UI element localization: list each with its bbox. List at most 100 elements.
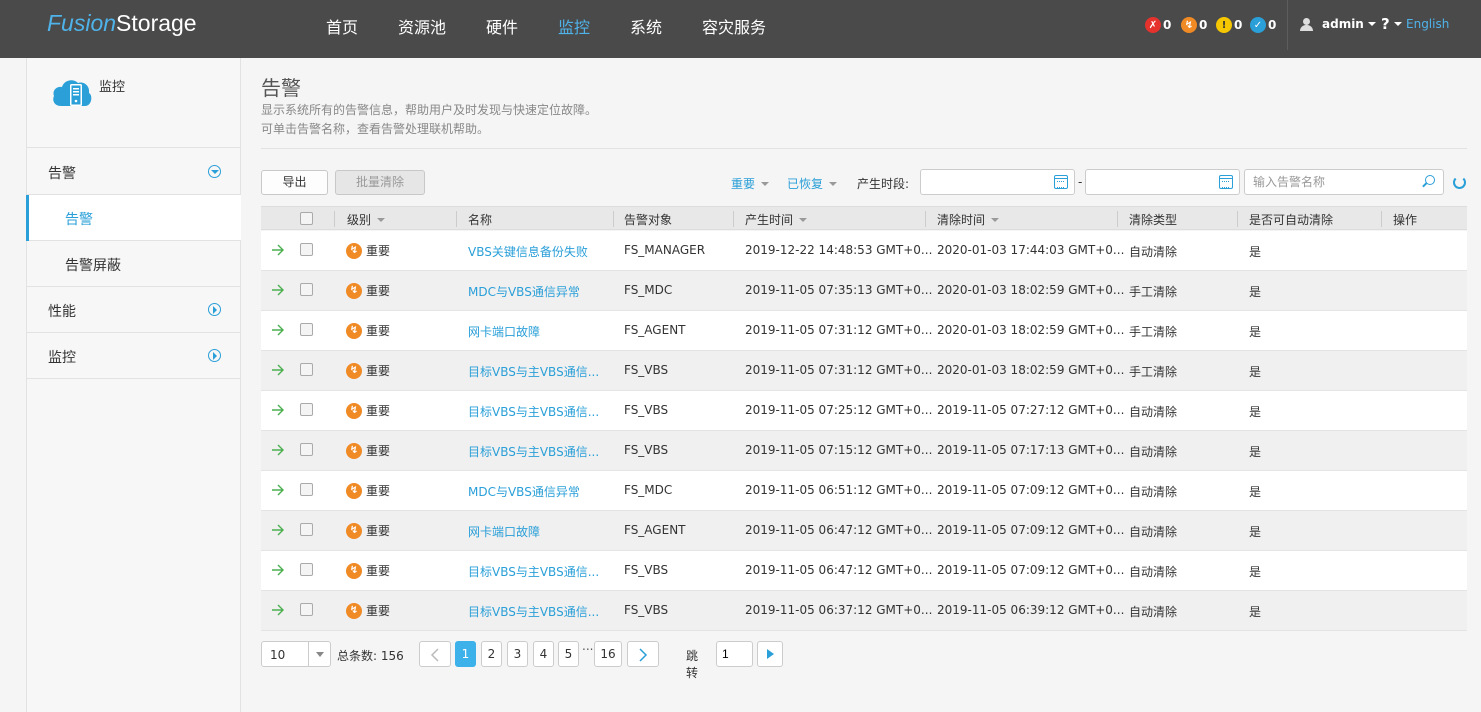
page-button-4[interactable]: 4 — [533, 641, 554, 667]
page-button-16[interactable]: 16 — [594, 641, 622, 667]
severity-label: 重要 — [366, 244, 391, 258]
minor-alarm-count[interactable]: ! 0 — [1216, 17, 1242, 33]
expand-right-icon[interactable] — [208, 349, 221, 362]
arrow-right-icon[interactable] — [271, 402, 285, 418]
row-checkbox[interactable] — [300, 243, 313, 256]
page-size-select[interactable]: 10 — [261, 641, 331, 667]
arrow-right-icon[interactable] — [271, 482, 285, 498]
brand-logo[interactable]: FusionStorage — [47, 10, 197, 37]
row-checkbox[interactable] — [300, 443, 313, 456]
row-checkbox[interactable] — [300, 483, 313, 496]
severity-cell: ↯ 重要 — [346, 442, 390, 459]
refresh-icon[interactable] — [1453, 176, 1466, 189]
sidebar-item-alarm-mask[interactable]: 告警屏蔽 — [27, 241, 241, 287]
column-header-severity[interactable]: 级别 — [347, 211, 386, 228]
nav-monitor[interactable]: 监控 — [558, 14, 590, 38]
user-menu[interactable]: admin — [1300, 17, 1376, 31]
page-button-5[interactable]: 5 — [558, 641, 579, 667]
calendar-icon[interactable] — [1054, 175, 1068, 189]
table-row[interactable]: ↯ 重要 目标VBS与主VBS通信... FS_VBS 2019-11-05 07:31… — [261, 351, 1467, 391]
critical-alarm-count[interactable]: ✗ 0 — [1145, 17, 1171, 33]
row-checkbox[interactable] — [300, 523, 313, 536]
cleared-time: 2019-11-05 07:09:12 GMT+0... — [937, 523, 1125, 537]
go-button[interactable] — [757, 641, 783, 667]
batch-clear-button[interactable]: 批量清除 — [335, 170, 425, 195]
language-switch[interactable]: English — [1406, 17, 1449, 31]
next-page-button[interactable] — [627, 641, 659, 667]
cleared-alarm-count[interactable]: ✓ 0 — [1250, 17, 1276, 33]
search-icon[interactable] — [1425, 175, 1435, 185]
arrow-right-icon[interactable] — [271, 282, 285, 298]
column-header-cleared[interactable]: 清除时间 — [937, 211, 1000, 228]
nav-disaster-recovery[interactable]: 容灾服务 — [702, 14, 766, 38]
jump-page-input[interactable] — [716, 641, 753, 667]
nav-resource-pool[interactable]: 资源池 — [398, 14, 446, 38]
table-row[interactable]: ↯ 重要 目标VBS与主VBS通信... FS_VBS 2019-11-05 07:25… — [261, 391, 1467, 431]
table-row[interactable]: ↯ 重要 VBS关键信息备份失败 FS_MANAGER 2019-12-22 14:48… — [261, 231, 1467, 271]
chevron-down-icon — [761, 181, 770, 186]
sidebar-item-alarm-group[interactable]: 告警 — [27, 149, 241, 195]
table-row[interactable]: ↯ 重要 网卡端口故障 FS_AGENT 2019-11-05 07:31:12 GMT… — [261, 311, 1467, 351]
row-checkbox[interactable] — [300, 283, 313, 296]
alarm-name-link[interactable]: MDC与VBS通信异常 — [468, 283, 580, 300]
row-checkbox[interactable] — [300, 563, 313, 576]
column-divider — [1381, 211, 1382, 227]
page-button-3[interactable]: 3 — [507, 641, 528, 667]
sidebar-item-performance[interactable]: 性能 — [27, 287, 241, 333]
severity-filter[interactable]: 重要 — [731, 175, 770, 192]
chevron-down-icon — [1393, 22, 1402, 26]
nav-hardware[interactable]: 硬件 — [486, 14, 518, 38]
page-button-2[interactable]: 2 — [481, 641, 502, 667]
nav-home[interactable]: 首页 — [326, 14, 358, 38]
alarm-name-link[interactable]: 目标VBS与主VBS通信... — [468, 363, 599, 380]
alarm-name-link[interactable]: 目标VBS与主VBS通信... — [468, 563, 599, 580]
sidebar-item-alarm[interactable]: 告警 — [26, 195, 241, 241]
arrow-right-icon[interactable] — [271, 602, 285, 618]
column-header-created[interactable]: 产生时间 — [745, 211, 808, 228]
expand-right-icon[interactable] — [208, 303, 221, 316]
help-menu[interactable]: ? — [1381, 15, 1402, 33]
arrow-right-icon[interactable] — [271, 362, 285, 378]
alarm-name-link[interactable]: 目标VBS与主VBS通信... — [468, 603, 599, 620]
table-row[interactable]: ↯ 重要 目标VBS与主VBS通信... FS_VBS 2019-11-05 06:47… — [261, 551, 1467, 591]
table-row[interactable]: ↯ 重要 目标VBS与主VBS通信... FS_VBS 2019-11-05 07:15… — [261, 431, 1467, 471]
page-button-1[interactable]: 1 — [455, 641, 476, 667]
table-row[interactable]: ↯ 重要 MDC与VBS通信异常 FS_MDC 2019-11-05 07:35:13 … — [261, 271, 1467, 311]
expand-down-icon[interactable] — [208, 165, 221, 178]
alarm-name-search-input[interactable] — [1244, 169, 1444, 195]
status-filter[interactable]: 已恢复 — [787, 175, 838, 192]
alarm-name-link[interactable]: VBS关键信息备份失败 — [468, 243, 588, 260]
table-row[interactable]: ↯ 重要 MDC与VBS通信异常 FS_MDC 2019-11-05 06:51:12 … — [261, 471, 1467, 511]
arrow-right-icon[interactable] — [271, 522, 285, 538]
table-row[interactable]: ↯ 重要 网卡端口故障 FS_AGENT 2019-11-05 06:47:12 GMT… — [261, 511, 1467, 551]
page-ellipsis: ... — [582, 639, 594, 653]
alarm-name-link[interactable]: 网卡端口故障 — [468, 523, 540, 540]
critical-alarm-icon: ✗ — [1145, 17, 1161, 33]
alarm-name-link[interactable]: 目标VBS与主VBS通信... — [468, 403, 599, 420]
alarm-name-link[interactable]: 网卡端口故障 — [468, 323, 540, 340]
select-all-checkbox[interactable] — [300, 212, 313, 225]
nav-system[interactable]: 系统 — [630, 14, 662, 38]
major-alarm-icon: ↯ — [346, 522, 362, 539]
row-checkbox[interactable] — [300, 363, 313, 376]
end-time-input[interactable] — [1085, 169, 1240, 195]
export-button[interactable]: 导出 — [261, 170, 328, 195]
alarm-name-link[interactable]: MDC与VBS通信异常 — [468, 483, 580, 500]
arrow-right-icon[interactable] — [271, 242, 285, 258]
sidebar-item-monitor[interactable]: 监控 — [27, 333, 241, 379]
minor-count-value: 0 — [1234, 18, 1243, 32]
prev-page-button[interactable] — [419, 641, 451, 667]
severity-label: 重要 — [366, 484, 391, 498]
major-alarm-count[interactable]: ↯ 0 — [1181, 17, 1207, 33]
calendar-icon[interactable] — [1219, 175, 1233, 189]
row-checkbox[interactable] — [300, 403, 313, 416]
row-checkbox[interactable] — [300, 323, 313, 336]
row-checkbox[interactable] — [300, 603, 313, 616]
arrow-right-icon[interactable] — [271, 562, 285, 578]
chevron-down-icon[interactable] — [308, 642, 330, 666]
arrow-right-icon[interactable] — [271, 322, 285, 338]
arrow-right-icon[interactable] — [271, 442, 285, 458]
alarm-name-link[interactable]: 目标VBS与主VBS通信... — [468, 443, 599, 460]
table-row[interactable]: ↯ 重要 目标VBS与主VBS通信... FS_VBS 2019-11-05 06:37… — [261, 591, 1467, 631]
start-time-input[interactable] — [920, 169, 1075, 195]
